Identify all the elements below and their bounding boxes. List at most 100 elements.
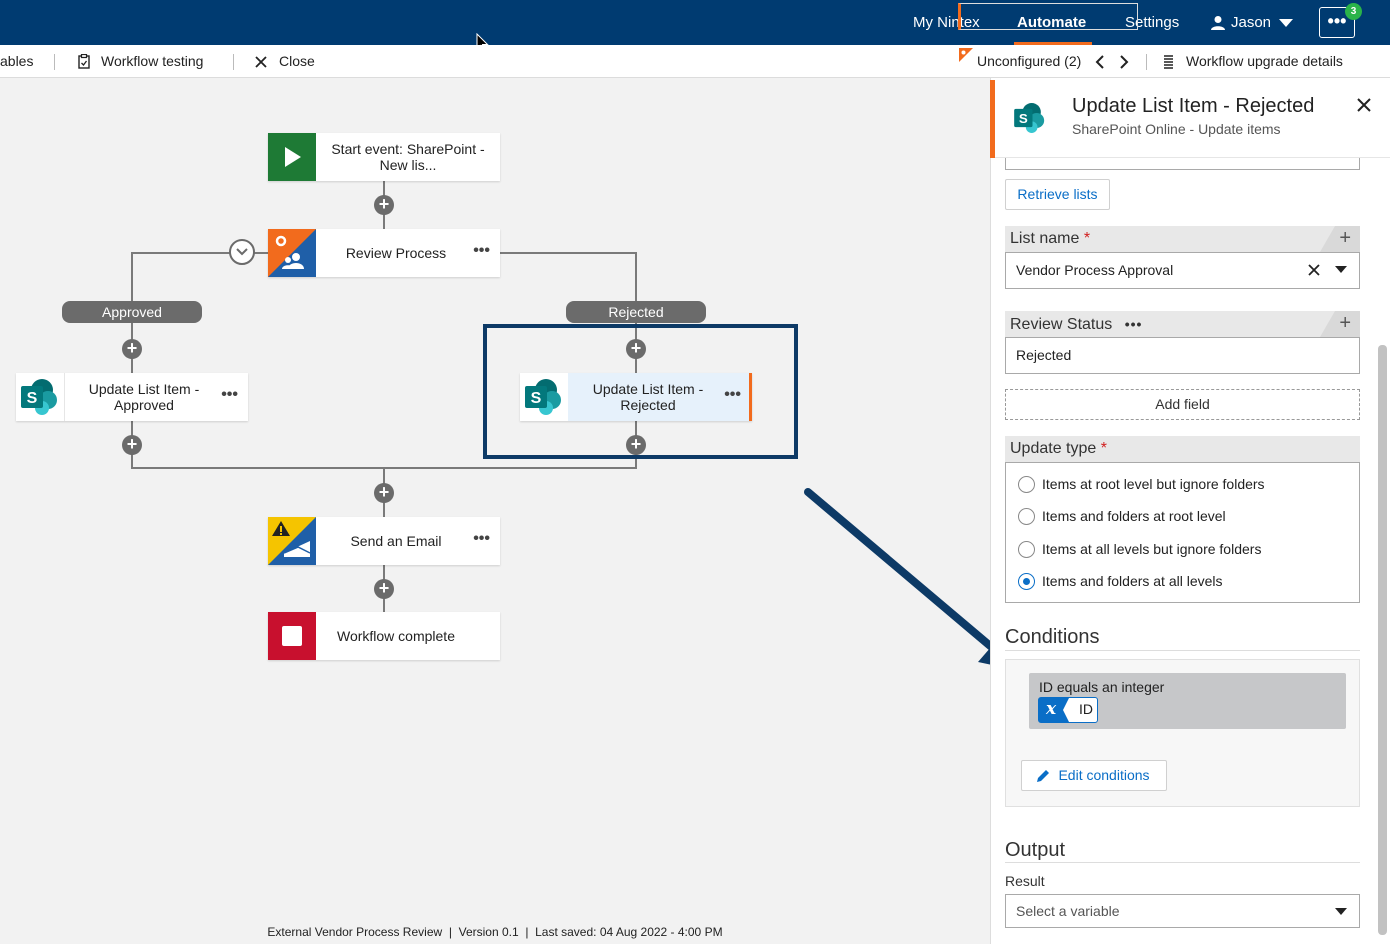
workflow-upgrade-details-button[interactable]: Workflow upgrade details	[1186, 45, 1343, 78]
update-list-item-rejected-node[interactable]: S Update List Item - Rejected •••	[520, 373, 752, 421]
unconfigured-navigator[interactable]	[958, 3, 1138, 30]
panel-subtitle: SharePoint Online - Update items	[1072, 121, 1281, 137]
update-list-item-approved-node[interactable]: S Update List Item - Approved •••	[16, 373, 248, 421]
node-menu-button[interactable]: •••	[473, 229, 490, 277]
review-status-input[interactable]: Rejected	[1005, 337, 1360, 374]
task-assignment-icon	[268, 229, 316, 277]
radio-label: Items at all levels but ignore folders	[1042, 541, 1262, 557]
chevron-left-icon[interactable]	[1095, 55, 1105, 69]
review-status-value: Rejected	[1016, 347, 1072, 363]
field-options-button[interactable]: •••	[1125, 316, 1143, 332]
connector-line	[500, 252, 636, 254]
variable-name: ID	[1079, 701, 1093, 717]
last-saved: Last saved: 04 Aug 2022 - 4:00 PM	[535, 925, 723, 939]
notification-badge: 3	[1345, 3, 1362, 20]
review-process-node[interactable]: Review Process •••	[268, 229, 500, 277]
condition-text: ID equals an integer	[1039, 679, 1165, 695]
user-name: Jason	[1231, 14, 1272, 31]
pencil-icon	[1037, 770, 1049, 782]
toolbar-divider	[54, 54, 55, 70]
chevron-down-icon	[236, 248, 248, 256]
status-footer: External Vendor Process Review | Version…	[267, 925, 723, 939]
panel-title: Update List Item - Rejected	[1072, 95, 1315, 117]
update-type-label: Update type	[1010, 440, 1097, 457]
conditions-heading: Conditions	[1005, 626, 1100, 648]
sharepoint-icon: S	[1014, 103, 1045, 133]
radio-root-ignore-folders[interactable]	[1018, 476, 1035, 493]
list-name-value: Vendor Process Approval	[1016, 262, 1174, 278]
radio-root-with-folders[interactable]	[1018, 508, 1035, 525]
send-email-node[interactable]: Send an Email •••	[268, 517, 500, 565]
section-divider	[1005, 650, 1360, 651]
stop-icon	[268, 612, 316, 660]
workflow-toolbar: ables Workflow testing Close	[0, 45, 1390, 78]
review-status-label: Review Status	[1010, 316, 1113, 333]
add-action-button[interactable]: +	[122, 435, 142, 455]
start-event-label: Start event: SharePoint - New lis...	[331, 141, 485, 173]
toolbar-divider	[233, 54, 234, 70]
list-name-select[interactable]: Vendor Process Approval	[1005, 252, 1360, 289]
panel-accent-bar	[990, 80, 995, 158]
close-panel-icon[interactable]	[1357, 98, 1371, 112]
send-email-label: Send an Email	[350, 533, 442, 549]
variable-token[interactable]: x ID	[1038, 697, 1098, 723]
toolbar-divider	[1146, 54, 1147, 70]
panel-header	[995, 80, 1390, 158]
radio-label: Items and folders at all levels	[1042, 573, 1223, 589]
update-rejected-label: Update List Item - Rejected	[592, 381, 704, 413]
retrieve-lists-button[interactable]: Retrieve lists	[1005, 179, 1110, 210]
review-status-label-bar: Review Status •••	[1005, 311, 1360, 337]
section-divider	[1005, 862, 1360, 863]
document-list-icon	[1164, 55, 1173, 69]
result-placeholder: Select a variable	[1016, 903, 1120, 919]
close-button[interactable]: Close	[279, 45, 315, 78]
node-menu-button[interactable]: •••	[221, 373, 238, 421]
workflow-version: Version 0.1	[458, 925, 519, 939]
unconfigured-count: Unconfigured (2)	[977, 53, 1082, 69]
output-heading: Output	[1005, 839, 1066, 861]
close-icon	[255, 56, 267, 68]
start-event-node[interactable]: Start event: SharePoint - New lis...	[268, 133, 500, 181]
list-name-label-bar: List name *	[1005, 226, 1360, 252]
sharepoint-icon: S	[16, 373, 64, 421]
edit-conditions-button[interactable]: Edit conditions	[1021, 760, 1167, 791]
svg-text:S: S	[1019, 111, 1028, 126]
add-action-button[interactable]: +	[374, 579, 394, 599]
workflow-name: External Vendor Process Review	[267, 925, 443, 939]
sharepoint-icon: S	[520, 373, 568, 421]
email-warning-icon	[268, 517, 316, 565]
clear-icon[interactable]	[1308, 264, 1320, 276]
add-action-button[interactable]: +	[122, 339, 142, 359]
branch-label-approved: Approved	[62, 301, 202, 323]
workflow-complete-node[interactable]: Workflow complete	[268, 612, 500, 660]
add-action-button[interactable]: +	[374, 483, 394, 503]
update-approved-label: Update List Item - Approved	[88, 381, 200, 413]
variables-button[interactable]: ables	[0, 45, 33, 78]
review-process-label: Review Process	[345, 245, 447, 261]
workflow-testing-button[interactable]: Workflow testing	[101, 45, 203, 78]
radio-all-ignore-folders[interactable]	[1018, 541, 1035, 558]
radio-all-with-folders[interactable]	[1018, 573, 1035, 590]
top-navigation-bar: My Nintex Automate Settings Jason ••• 3	[0, 0, 1390, 45]
chevron-right-icon[interactable]	[1119, 55, 1129, 69]
result-variable-select[interactable]: Select a variable	[1005, 894, 1360, 928]
dropdown-caret-icon[interactable]	[1335, 908, 1347, 915]
edit-conditions-label: Edit conditions	[1058, 767, 1150, 783]
workflow-complete-label: Workflow complete	[336, 628, 455, 644]
branch-label-rejected: Rejected	[566, 301, 706, 323]
clipboard-icon	[78, 54, 90, 69]
collapse-branch-button[interactable]	[229, 239, 255, 265]
node-menu-button[interactable]: •••	[473, 517, 490, 565]
play-icon	[268, 133, 316, 181]
variable-icon: x	[1039, 698, 1069, 722]
user-menu[interactable]: Jason	[1210, 0, 1294, 45]
warning-gear-icon	[959, 48, 973, 62]
update-type-label-bar: Update type *	[1005, 436, 1360, 462]
user-icon	[1211, 15, 1225, 30]
panel-scrollbar[interactable]	[1378, 345, 1387, 935]
add-action-button[interactable]: +	[374, 195, 394, 215]
dropdown-caret-icon[interactable]	[1335, 266, 1347, 273]
svg-text:S: S	[531, 390, 542, 407]
node-menu-button[interactable]: •••	[724, 373, 741, 421]
add-field-button[interactable]: Add field	[1005, 389, 1360, 420]
